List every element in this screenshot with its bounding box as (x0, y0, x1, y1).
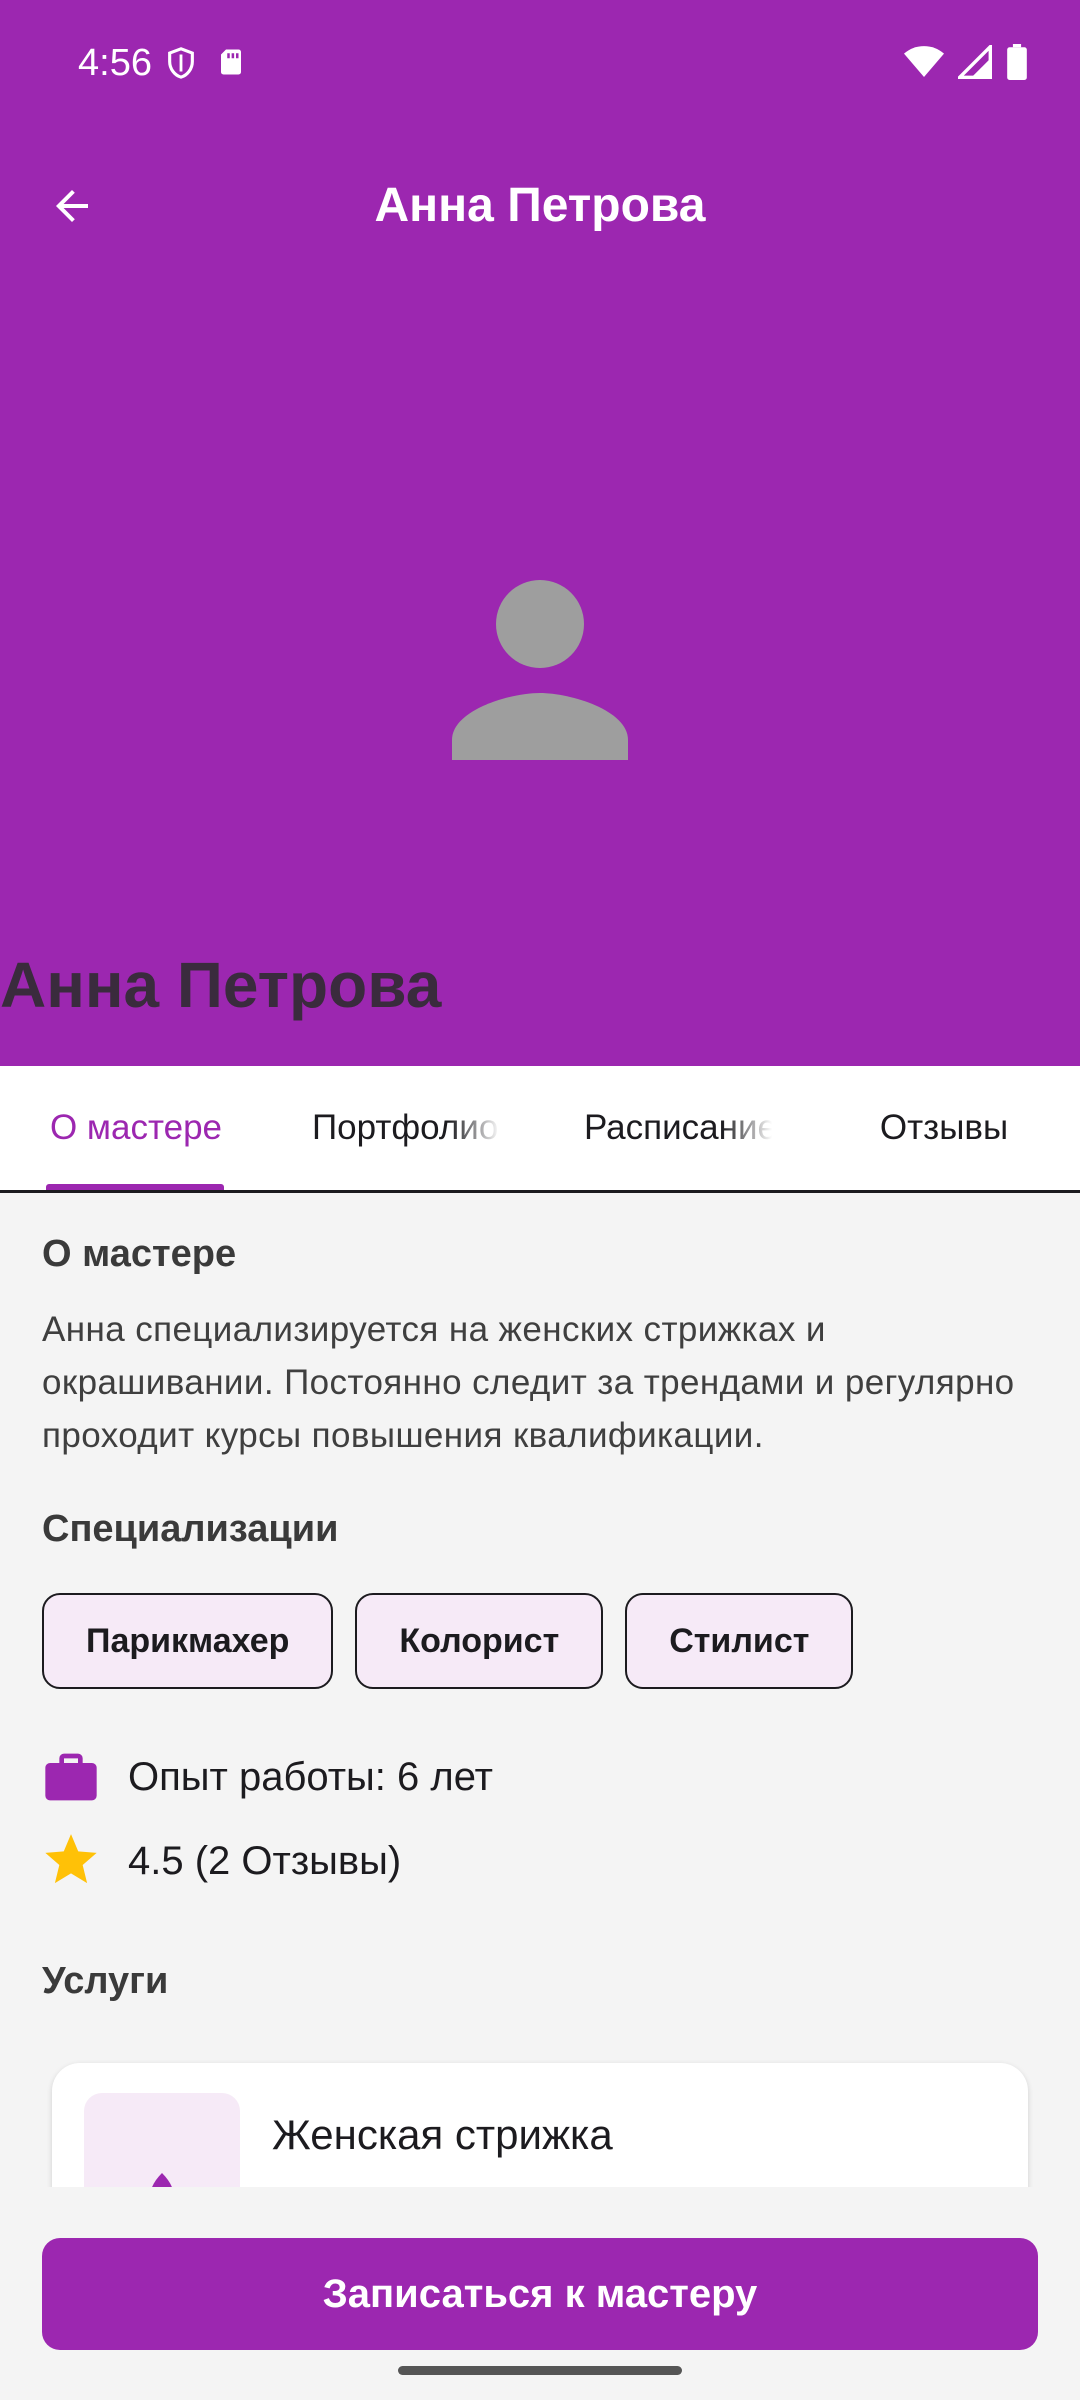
status-left-icons (164, 44, 246, 87)
specialization-chips: Парикмахер Колорист Стилист (42, 1593, 854, 1689)
about-title: О мастере (42, 1233, 237, 1275)
service-thumbnail (84, 2093, 240, 2187)
service-name: Женская стрижка (272, 2111, 613, 2158)
tab-bar: О мастере Портфолио Расписание Отзывы (0, 1066, 1080, 1193)
wifi-icon (904, 45, 944, 84)
experience-row: Опыт работы: 6 лет (42, 1748, 493, 1806)
experience-text: Опыт работы: 6 лет (128, 1754, 493, 1799)
status-bar: 4:56 (0, 0, 1080, 132)
sd-card-icon (216, 44, 246, 87)
profile-header: 4:56 Анна Петрова Анна Петрова (0, 0, 1080, 1066)
master-name: Анна Петрова (0, 949, 442, 1021)
person-icon (448, 580, 632, 764)
chip-stylist[interactable]: Стилист (625, 1593, 854, 1689)
status-right-icons (904, 42, 1028, 85)
status-time: 4:56 (78, 42, 152, 84)
service-card[interactable]: Женская стрижка (52, 2063, 1028, 2187)
content-area[interactable]: О мастере Анна специализируется на женск… (0, 1193, 1080, 2187)
tab-schedule[interactable]: Расписание (572, 1066, 772, 1190)
rating-row: 4.5 (2 Отзывы) (42, 1832, 401, 1890)
star-icon (42, 1832, 100, 1890)
about-text: Анна специализируется на женских стрижка… (42, 1310, 1015, 1455)
services-title: Услуги (42, 1960, 169, 2002)
tab-indicator (46, 1184, 224, 1190)
tab-reviews[interactable]: Отзывы (840, 1066, 1048, 1190)
spa-icon (124, 2173, 200, 2187)
book-master-button[interactable]: Записаться к мастеру (42, 2238, 1038, 2350)
specializations-title: Специализации (42, 1508, 339, 1550)
top-app-bar: Анна Петрова (0, 150, 1080, 262)
rating-text: 4.5 (2 Отзывы) (128, 1838, 402, 1883)
chip-hairdresser[interactable]: Парикмахер (42, 1593, 334, 1689)
page-title: Анна Петрова (374, 179, 706, 232)
shield-icon (164, 44, 198, 87)
battery-icon (1006, 44, 1028, 85)
chip-colorist[interactable]: Колорист (355, 1593, 604, 1689)
tab-about[interactable]: О мастере (28, 1066, 244, 1190)
briefcase-icon (42, 1748, 100, 1806)
tab-portfolio[interactable]: Портфолио (296, 1066, 500, 1190)
signal-icon (955, 42, 992, 84)
home-indicator[interactable] (398, 2366, 682, 2375)
